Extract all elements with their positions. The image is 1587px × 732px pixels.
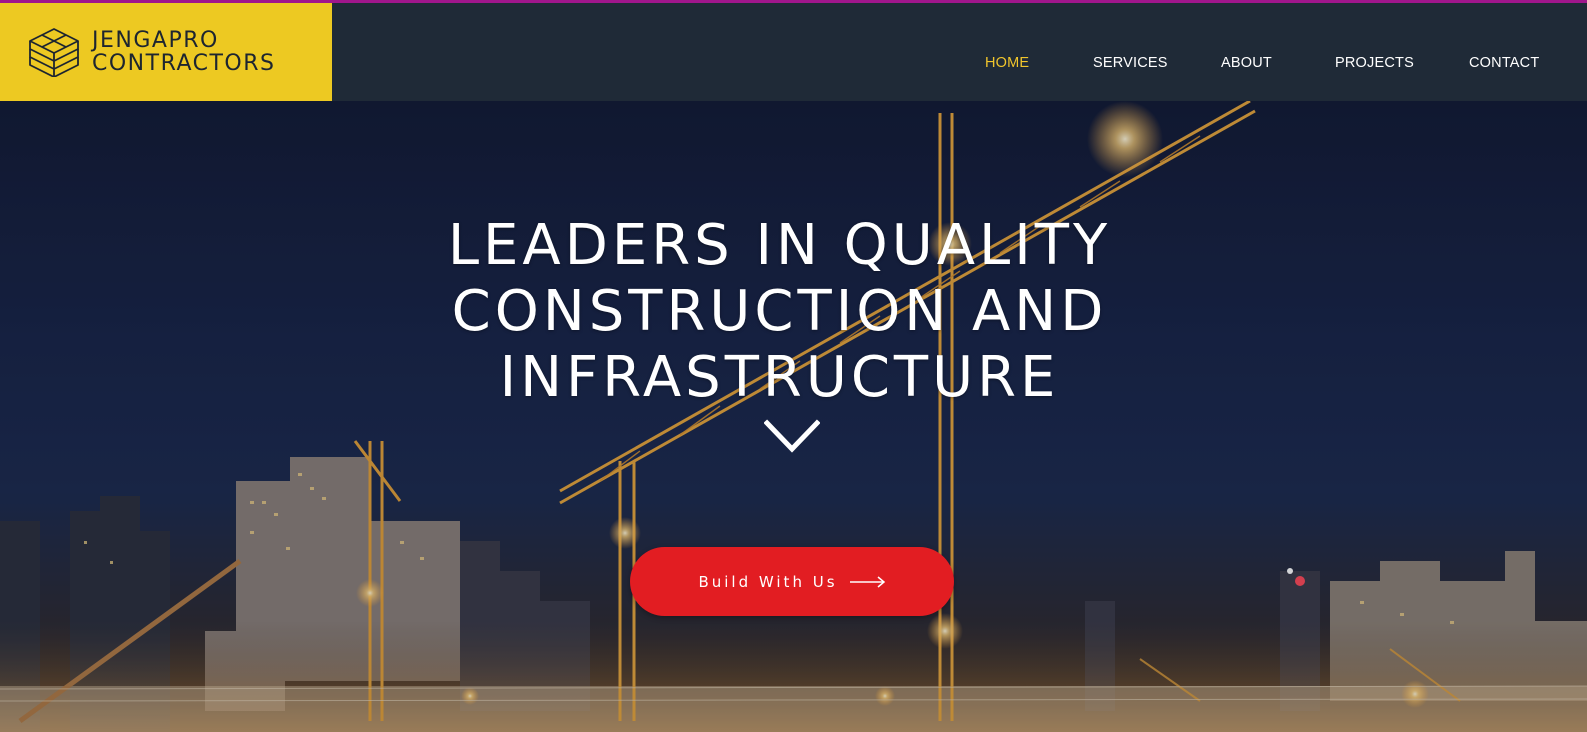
isometric-stack-logo-icon (29, 28, 79, 77)
brand-logo[interactable]: JENGAPRO CONTRACTORS (0, 3, 332, 101)
nav-item-contact[interactable]: CONTACT (1469, 55, 1539, 71)
top-accent-bar (0, 0, 1587, 3)
build-with-us-button[interactable]: Build With Us (630, 547, 954, 616)
nav-item-home[interactable]: HOME (985, 55, 1029, 71)
site-header: JENGAPRO CONTRACTORS HOME SERVICES ABOUT… (0, 3, 1587, 101)
arrow-right-icon (849, 575, 885, 588)
chevron-down-icon[interactable] (764, 419, 820, 455)
hero-section: LEADERS IN QUALITY CONSTRUCTION AND INFR… (0, 101, 1587, 732)
brand-name: JENGAPRO CONTRACTORS (92, 29, 276, 75)
brand-line-2: CONTRACTORS (92, 51, 276, 76)
hero-overlay (0, 101, 1587, 732)
headline-line-3: INFRASTRUCTURE (499, 344, 1060, 410)
hero-headline: LEADERS IN QUALITY CONSTRUCTION AND INFR… (0, 213, 1573, 411)
nav-item-projects[interactable]: PROJECTS (1335, 55, 1414, 71)
headline-line-2: CONSTRUCTION AND (451, 278, 1108, 344)
nav-item-services[interactable]: SERVICES (1093, 55, 1168, 71)
brand-line-1: JENGAPRO (92, 28, 219, 53)
nav-item-about[interactable]: ABOUT (1221, 55, 1272, 71)
headline-line-1: LEADERS IN QUALITY (447, 212, 1112, 278)
cta-label: Build With Us (698, 572, 838, 591)
